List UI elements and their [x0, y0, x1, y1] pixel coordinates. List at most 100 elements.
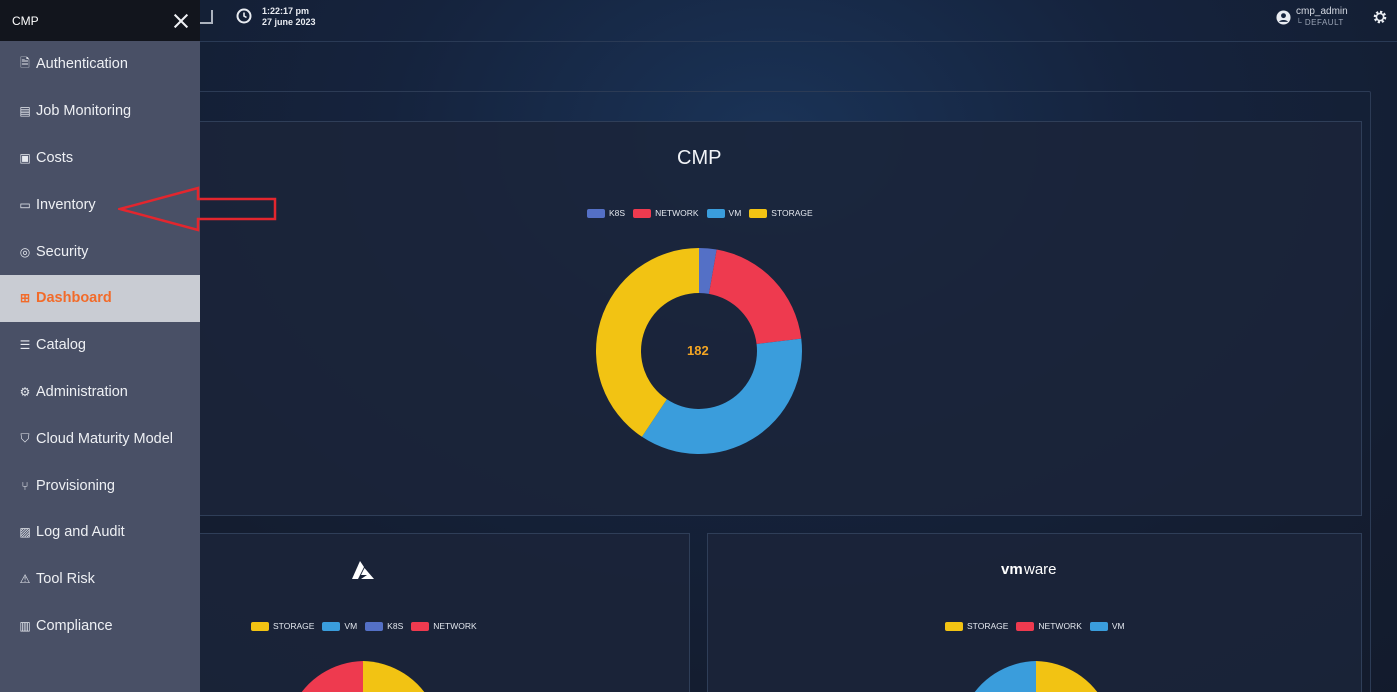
chart-icon: ▤	[19, 104, 31, 119]
admin-icon: ⚙	[19, 384, 31, 399]
legend-swatch	[1089, 621, 1108, 631]
tenant-text: DEFAULT	[1304, 18, 1344, 27]
user-tenant: └ DEFAULT	[1296, 18, 1344, 27]
legend-item[interactable]: NETWORK	[1016, 621, 1082, 631]
legend-swatch	[322, 621, 341, 631]
dashboard-icon: ⊞	[19, 291, 31, 306]
legend-swatch	[706, 208, 725, 218]
menu-toggle-icon[interactable]	[199, 10, 213, 24]
sidebar-item-tool-risk[interactable]: ⚠ Tool Risk	[0, 556, 200, 603]
sidebar-item-label: Compliance	[36, 617, 113, 634]
sidebar-item-label: Security	[36, 243, 89, 260]
sidebar-item-dashboard[interactable]: ⊞ Dashboard	[0, 274, 200, 322]
legend-item[interactable]: STORAGE	[749, 208, 813, 218]
sidebar: CMP 🗎 Authentication ▤ Job Monitoring ▣ Cos…	[0, 0, 200, 692]
log-icon: ▨	[19, 525, 31, 540]
chart-title: CMP	[677, 147, 722, 169]
legend-swatch	[749, 208, 768, 218]
legend-swatch	[587, 208, 605, 218]
cmp-chart-card: CMP K8S NETWORK VM STORAGE 182	[180, 121, 1362, 516]
money-icon: ▣	[19, 150, 31, 165]
sidebar-header: CMP	[0, 0, 200, 41]
legend-swatch	[251, 621, 269, 631]
legend-item[interactable]: VM	[1089, 621, 1125, 631]
chart-legend: STORAGE NETWORK VM	[945, 621, 1125, 631]
sidebar-item-compliance[interactable]: ▥ Compliance	[0, 603, 200, 650]
sidebar-item-authentication[interactable]: 🗎 Authentication	[0, 41, 200, 88]
clock-readout: 1:22:17 pm 27 june 2023	[262, 6, 316, 28]
app-title: CMP	[12, 13, 39, 28]
close-icon[interactable]	[174, 14, 188, 28]
sidebar-item-label: Log and Audit	[36, 524, 125, 541]
legend-item[interactable]: NETWORK	[411, 621, 477, 631]
legend-item[interactable]: STORAGE	[251, 621, 314, 631]
legend-item[interactable]: VM	[322, 621, 357, 631]
legend-swatch	[365, 621, 384, 631]
legend-item[interactable]: K8S	[587, 208, 625, 218]
catalog-icon: ☰	[19, 338, 31, 353]
donut-slice-vm[interactable]	[641, 338, 802, 454]
time-text: 1:22:17 pm	[262, 6, 310, 16]
legend-swatch	[633, 208, 652, 218]
sidebar-item-provisioning[interactable]: ⑂ Provisioning	[0, 462, 200, 509]
legend-label: NETWORK	[655, 208, 699, 218]
legend-label: STORAGE	[771, 208, 813, 218]
legend-item[interactable]: STORAGE	[945, 621, 1008, 631]
sidebar-item-job-monitoring[interactable]: ▤ Job Monitoring	[0, 88, 200, 135]
sidebar-item-label: Job Monitoring	[36, 103, 132, 120]
pie-slice-network	[301, 661, 363, 692]
svg-text:ware: ware	[1023, 561, 1057, 578]
legend-label: NETWORK	[433, 621, 477, 631]
vmware-logo-icon: vm ware	[1001, 561, 1057, 578]
donut-center-value: 182	[687, 343, 709, 358]
compliance-icon: ▥	[19, 618, 31, 633]
shield-icon: ⛉	[20, 431, 30, 446]
sidebar-item-cloud-maturity-model[interactable]: ⛉ Cloud Maturity Model	[0, 415, 200, 462]
sidebar-item-label: Authentication	[36, 56, 128, 73]
legend-item[interactable]: NETWORK	[633, 208, 699, 218]
sidebar-item-label: Cloud Maturity Model	[36, 430, 173, 447]
vmware-chart-card: vm ware STORAGE NETWORK VM	[707, 533, 1362, 692]
sidebar-item-catalog[interactable]: ☰ Catalog	[0, 322, 200, 369]
sidebar-item-label: Administration	[36, 383, 128, 400]
azure-pie-chart	[301, 661, 425, 692]
chart-legend: K8S NETWORK VM STORAGE	[587, 208, 813, 218]
sidebar-nav: 🗎 Authentication ▤ Job Monitoring ▣ Costs ▭…	[0, 41, 200, 649]
pie-slice-storage	[363, 661, 425, 692]
pie-slice-vm	[974, 661, 1036, 692]
legend-swatch	[945, 621, 963, 631]
user-avatar-icon[interactable]	[1276, 10, 1291, 25]
azure-logo-icon	[352, 561, 374, 579]
donut-slice-network[interactable]	[708, 249, 802, 345]
top-bar: 1:22:17 pm 27 june 2023 cmp_admin └ DEFA…	[0, 0, 1397, 42]
sidebar-item-label: Inventory	[36, 196, 96, 213]
sidebar-item-log-and-audit[interactable]: ▨ Log and Audit	[0, 509, 200, 556]
legend-label: NETWORK	[1038, 621, 1082, 631]
sidebar-item-label: Dashboard	[36, 290, 112, 307]
sidebar-item-administration[interactable]: ⚙ Administration	[0, 369, 200, 416]
legend-item[interactable]: VM	[706, 208, 742, 218]
legend-label: VM	[728, 208, 742, 218]
gear-icon[interactable]	[1372, 9, 1388, 25]
provisioning-icon: ⑂	[21, 478, 29, 493]
auth-icon: 🗎	[20, 55, 30, 70]
legend-label: STORAGE	[967, 621, 1009, 631]
legend-label: K8S	[609, 208, 626, 218]
legend-item[interactable]: K8S	[365, 621, 403, 631]
azure-chart-card: STORAGE VM K8S NETWORK	[180, 533, 690, 692]
legend-swatch	[1016, 621, 1035, 631]
warning-icon: ⚠	[19, 572, 31, 587]
svg-text:vm: vm	[1001, 561, 1023, 578]
legend-label: VM	[344, 621, 358, 631]
pie-slice-storage	[1036, 661, 1098, 692]
user-name[interactable]: cmp_admin	[1296, 7, 1348, 17]
sidebar-item-security[interactable]: ◎ Security	[0, 228, 200, 275]
legend-swatch	[411, 621, 430, 631]
legend-label: VM	[1111, 621, 1125, 631]
sidebar-item-label: Costs	[36, 149, 74, 166]
folder-icon: ▭	[19, 197, 31, 212]
sidebar-item-costs[interactable]: ▣ Costs	[0, 135, 200, 182]
vmware-pie-chart	[974, 661, 1098, 692]
sidebar-item-label: Provisioning	[36, 477, 115, 494]
legend-label: STORAGE	[273, 621, 315, 631]
